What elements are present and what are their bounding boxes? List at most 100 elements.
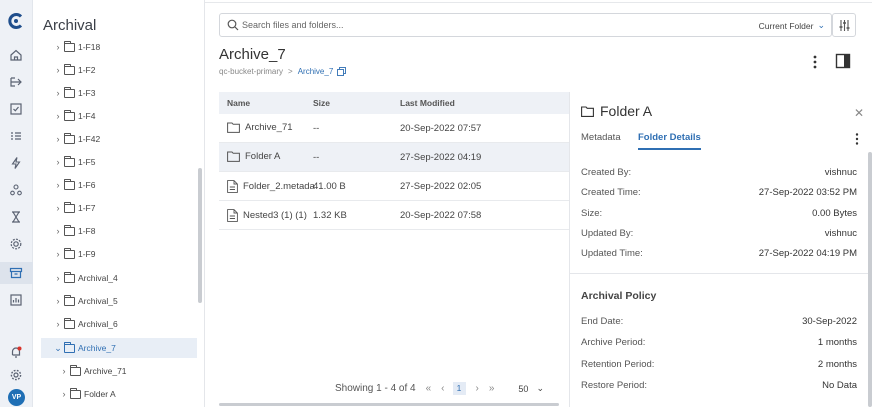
chevron-right-icon[interactable]: › <box>53 273 63 283</box>
tab-metadata[interactable]: Metadata <box>581 132 621 148</box>
chevron-right-icon[interactable]: › <box>53 65 63 75</box>
users-icon[interactable] <box>9 183 23 197</box>
policy-end-date: End Date: 30-Sep-2022 <box>581 316 857 327</box>
chevron-right-icon[interactable]: › <box>53 134 63 144</box>
close-icon[interactable]: ✕ <box>854 106 864 120</box>
prev-page-button[interactable]: ‹ <box>441 383 444 394</box>
tree-item[interactable]: › Archive_71 <box>59 361 127 381</box>
detail-created-time: Created Time: 27-Sep-2022 03:52 PM <box>581 187 857 198</box>
tree-item[interactable]: › Archival_4 <box>53 268 118 288</box>
file-modified: 27-Sep-2022 04:19 <box>400 152 482 163</box>
tree-item[interactable]: › 1-F3 <box>53 83 95 103</box>
last-page-button[interactable]: » <box>489 383 495 394</box>
tree-item[interactable]: › 1-F5 <box>53 152 95 172</box>
column-header-size[interactable]: Size <box>313 98 330 108</box>
tree-item[interactable]: › Archival_5 <box>53 291 118 311</box>
tasks-icon[interactable] <box>9 102 23 116</box>
notification-bell-icon[interactable] <box>9 345 23 359</box>
tree-item[interactable]: › 1-F42 <box>53 129 100 149</box>
chevron-down-icon: ⌄ <box>817 20 825 30</box>
tree-item[interactable]: › 1-F6 <box>53 175 95 195</box>
tree-item[interactable]: › Folder A <box>59 384 116 404</box>
table-row[interactable]: Folder_2.metadata 41.00 B 27-Sep-2022 02… <box>219 172 571 201</box>
details-scrollbar[interactable] <box>868 152 872 407</box>
file-table: Name Size Last Modified Archive_71 -- 20… <box>219 92 571 230</box>
file-size: 1.32 KB <box>313 210 347 221</box>
chevron-right-icon[interactable]: › <box>53 111 63 121</box>
app-logo-icon[interactable] <box>8 13 24 29</box>
chevron-right-icon[interactable]: › <box>59 366 69 376</box>
column-header-modified[interactable]: Last Modified <box>400 98 455 108</box>
policy-archive-period: Archive Period: 1 months <box>581 337 857 348</box>
list-icon[interactable] <box>9 129 23 143</box>
search-input[interactable] <box>242 17 662 33</box>
tab-folder-details[interactable]: Folder Details <box>638 132 701 150</box>
tree-item[interactable]: › 1-F2 <box>53 60 95 80</box>
rows-per-page-select[interactable]: 50 <box>518 384 528 394</box>
settings-icon[interactable] <box>9 368 23 382</box>
table-horizontal-scrollbar[interactable] <box>219 403 559 406</box>
chevron-right-icon[interactable]: › <box>53 249 63 259</box>
tree-item[interactable]: › 1-F18 <box>53 37 100 57</box>
table-row[interactable]: Archive_71 -- 20-Sep-2022 07:57 <box>219 114 571 143</box>
detail-size: Size: 0.00 Bytes <box>581 208 857 219</box>
hourglass-icon[interactable] <box>9 210 23 224</box>
table-row[interactable]: Folder A -- 27-Sep-2022 04:19 <box>219 143 571 172</box>
chevron-right-icon[interactable]: › <box>53 296 63 306</box>
folder-icon <box>64 132 75 144</box>
bolt-icon[interactable] <box>9 156 23 170</box>
next-page-button[interactable]: › <box>476 383 479 394</box>
details-panel-toggle-icon[interactable] <box>835 53 851 69</box>
chevron-right-icon[interactable]: › <box>53 319 63 329</box>
search-scope-label: Current Folder <box>758 20 814 31</box>
file-name: Nested3 (1) (1) <box>243 210 307 221</box>
pagination-summary: Showing 1 - 4 of 4 <box>335 383 416 394</box>
detail-updated-time: Updated Time: 27-Sep-2022 04:19 PM <box>581 248 857 259</box>
column-header-name[interactable]: Name <box>227 98 250 108</box>
breadcrumb-separator: > <box>288 67 293 76</box>
breadcrumb-root[interactable]: qc-bucket-primary <box>219 67 283 76</box>
tree-item[interactable]: › 1-F7 <box>53 198 95 218</box>
user-avatar[interactable]: VP <box>8 389 25 406</box>
first-page-button[interactable]: « <box>426 383 432 394</box>
top-divider <box>205 2 872 3</box>
search-scope-dropdown[interactable]: Current Folder ⌄ <box>759 20 825 31</box>
chevron-right-icon[interactable]: › <box>59 389 69 399</box>
chevron-right-icon[interactable]: › <box>53 42 63 52</box>
more-options-icon[interactable] <box>809 54 821 70</box>
chevron-right-icon[interactable]: › <box>53 88 63 98</box>
tree-item[interactable]: › 1-F8 <box>53 221 95 241</box>
tree-item[interactable]: › 1-F9 <box>53 244 95 264</box>
folder-icon <box>64 40 75 52</box>
archive-icon[interactable] <box>9 266 23 280</box>
cog-icon[interactable] <box>9 237 23 251</box>
chevron-right-icon[interactable]: › <box>53 203 63 213</box>
filter-button[interactable] <box>832 13 856 37</box>
reports-icon[interactable] <box>9 293 23 307</box>
folder-icon <box>64 86 75 98</box>
details-header: Folder A <box>581 103 652 119</box>
file-modified: 20-Sep-2022 07:57 <box>400 123 482 134</box>
current-page-button[interactable]: 1 <box>452 382 466 395</box>
folder-icon <box>227 151 240 162</box>
tree-item[interactable]: › 1-F4 <box>53 106 95 126</box>
copy-icon[interactable] <box>337 67 347 76</box>
tree-item-selected[interactable]: ⌄ Archive_7 <box>41 338 197 358</box>
breadcrumb-current: Archive_7 <box>297 67 334 76</box>
left-nav-rail: VP <box>0 0 33 407</box>
workflow-icon[interactable] <box>9 75 23 89</box>
table-row[interactable]: Nested3 (1) (1) 1.32 KB 20-Sep-2022 07:5… <box>219 201 571 230</box>
chevron-right-icon[interactable]: › <box>53 226 63 236</box>
policy-retention-period: Retention Period: 2 months <box>581 359 857 370</box>
folder-icon <box>64 247 75 259</box>
chevron-right-icon[interactable]: › <box>53 180 63 190</box>
file-modified: 20-Sep-2022 07:58 <box>400 210 482 221</box>
chevron-down-icon[interactable]: ⌄ <box>536 383 544 394</box>
tree-scrollbar[interactable] <box>198 168 202 303</box>
chevron-down-icon[interactable]: ⌄ <box>53 343 63 354</box>
tree-item[interactable]: › Archival_6 <box>53 314 118 334</box>
chevron-right-icon[interactable]: › <box>53 157 63 167</box>
more-options-icon[interactable] <box>852 132 862 146</box>
home-icon[interactable] <box>9 48 23 62</box>
folder-icon <box>64 109 75 121</box>
